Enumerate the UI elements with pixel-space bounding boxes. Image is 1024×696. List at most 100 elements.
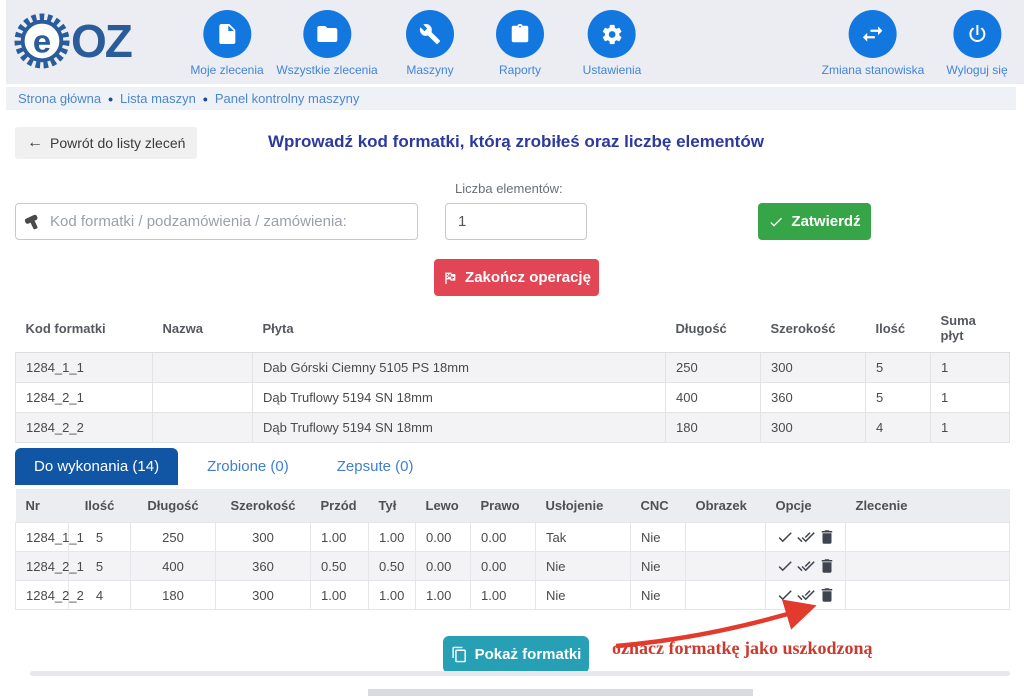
nav-label: Raporty [499,63,541,77]
quantity-input[interactable] [445,203,587,240]
double-check-icon[interactable] [797,557,815,575]
cell-dlugosc: 400 [666,383,761,413]
column-header: Tył [369,489,416,523]
nav-item-zmiana-stanowiska[interactable]: Zmiana stanowiska [822,10,925,77]
cell-tyl: 0.50 [369,552,416,581]
parts-table: Nr Ilość Długość Szerokość Przód Tył Lew… [15,489,1010,610]
nav-item-moje-zlecenia[interactable]: Moje zlecenia [190,10,263,77]
column-header: Opcje [766,489,846,523]
cell-ilosc: 5 [866,353,931,383]
trash-icon[interactable] [818,528,836,546]
column-header: Płyta [253,304,666,353]
cell-obrazek [686,523,766,552]
column-header: Ilość [69,489,131,523]
cell-szerokosc: 300 [216,523,311,552]
column-header: Szerokość [216,489,311,523]
cell-prawo: 1.00 [471,581,536,610]
check-icon [768,214,784,230]
copy-pages-icon [451,646,468,663]
show-parts-button[interactable]: Pokaż formatki [443,636,589,673]
nav-item-ustawienia[interactable]: Ustawienia [583,10,642,77]
nav-label: Maszyny [406,63,453,77]
trash-icon[interactable] [818,557,836,575]
annotation-text: oznacz formatkę jako uszkodzoną [612,638,872,659]
power-icon [953,10,1001,58]
cell-cnc: Nie [631,552,686,581]
column-header: Obrazek [686,489,766,523]
cell-tyl: 1.00 [369,523,416,552]
cell-przod: 1.00 [311,523,369,552]
cell-suma: 1 [931,383,1010,413]
tab-do-wykonania[interactable]: Do wykonania (14) [15,448,178,485]
column-header: Przód [311,489,369,523]
cell-przod: 0.50 [311,552,369,581]
cell-cnc: Nie [631,581,686,610]
cell-prawo: 0.00 [471,523,536,552]
cell-nr: 1284_1_1 [16,523,69,552]
cell-kod: 1284_2_1 [16,383,153,413]
nav-item-raporty[interactable]: Raporty [496,10,544,77]
cell-nazwa [153,413,253,443]
nav-label: Ustawienia [583,63,642,77]
plates-table-header-row: Kod formatki Nazwa Płyta Długość Szeroko… [16,304,1010,353]
column-header: Lewo [416,489,471,523]
column-header: Nazwa [153,304,253,353]
cell-plyta: Dąb Truflowy 5194 SN 18mm [253,383,666,413]
column-header: Długość [666,304,761,353]
nav-label: Wyloguj się [946,63,1007,77]
column-header: Prawo [471,489,536,523]
check-icon[interactable] [776,586,794,604]
breadcrumb-item-machines[interactable]: Lista maszyn [120,91,196,106]
nav-label: Wszystkie zlecenia [276,63,377,77]
submit-button-label: Zatwierdź [791,213,860,230]
folder-icon [303,10,351,58]
cell-kod: 1284_1_1 [16,353,153,383]
back-arrow-icon: ← [27,134,43,152]
column-header: Szerokość [761,304,866,353]
cell-lewo: 1.00 [416,581,471,610]
cell-opcje [766,552,846,581]
logo-letter-e: e [33,23,51,60]
nav-item-wszystkie-zlecenia[interactable]: Wszystkie zlecenia [276,10,377,77]
bottom-edge-strip [368,689,753,696]
double-check-icon[interactable] [797,528,815,546]
back-button-label: Powrót do listy zleceń [50,135,185,151]
gear-icon [588,10,636,58]
finish-operation-label: Zakończ operację [465,269,591,286]
cell-ilosc: 5 [866,383,931,413]
submit-button[interactable]: Zatwierdź [758,203,871,240]
document-icon [203,10,251,58]
breadcrumb-item-home[interactable]: Strona główna [18,91,101,106]
table-row: 1284_2_2 Dąb Truflowy 5194 SN 18mm 180 3… [16,413,1010,443]
column-header: Suma płyt [931,304,1010,353]
cell-opcje [766,523,846,552]
page-title: Wprowadź kod formatki, którą zrobiłeś or… [268,132,764,152]
table-row: 1284_1_1 5 250 300 1.00 1.00 0.00 0.00 T… [16,523,1010,552]
check-icon[interactable] [776,528,794,546]
column-header: Zlecenie [846,489,1010,523]
tab-zepsute[interactable]: Zepsute (0) [318,448,433,485]
cell-cnc: Nie [631,523,686,552]
cell-szerokosc: 300 [761,413,866,443]
trash-icon[interactable] [818,586,836,604]
cell-nazwa [153,383,253,413]
gear-logo-icon: e [14,13,70,69]
nav-item-maszyny[interactable]: Maszyny [406,10,454,77]
cell-prawo: 0.00 [471,552,536,581]
double-check-icon[interactable] [797,586,815,604]
cell-obrazek [686,552,766,581]
breadcrumb-separator: • [108,91,113,107]
app-logo: e OZ [14,13,131,69]
cell-nazwa [153,353,253,383]
nav-item-wyloguj[interactable]: Wyloguj się [946,10,1007,77]
finish-operation-button[interactable]: Zakończ operację [434,259,599,296]
check-icon[interactable] [776,557,794,575]
cell-tyl: 1.00 [369,581,416,610]
breadcrumb-item-panel[interactable]: Panel kontrolny maszyny [215,91,360,106]
code-input[interactable] [15,203,418,240]
cell-lewo: 0.00 [416,523,471,552]
clipboard-icon [496,10,544,58]
tab-zrobione[interactable]: Zrobione (0) [188,448,308,485]
back-button[interactable]: ← Powrót do listy zleceń [15,127,197,159]
cell-przod: 1.00 [311,581,369,610]
